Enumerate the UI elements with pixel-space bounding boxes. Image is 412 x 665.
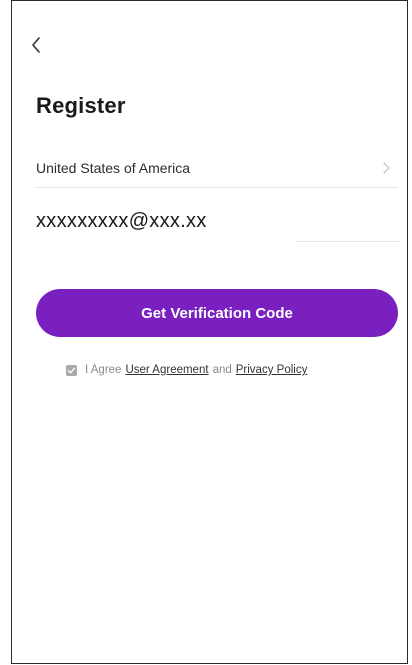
privacy-policy-link[interactable]: Privacy Policy <box>236 364 308 376</box>
agreement-row: I Agree User Agreement and Privacy Polic… <box>66 364 307 376</box>
back-button[interactable] <box>24 31 48 59</box>
user-agreement-link[interactable]: User Agreement <box>125 364 208 376</box>
app-screen: Register United States of America Get Ve… <box>11 0 408 664</box>
agree-conjunction-text: and <box>212 364 232 376</box>
email-field[interactable] <box>36 201 398 241</box>
chevron-left-icon <box>32 37 40 53</box>
country-selector[interactable]: United States of America <box>36 149 398 188</box>
checkmark-icon <box>67 367 76 373</box>
page-title: Register <box>36 93 126 118</box>
email-field-underline <box>296 241 400 242</box>
agree-checkbox[interactable] <box>66 364 77 376</box>
chevron-right-icon <box>383 162 390 174</box>
get-verification-code-button[interactable]: Get Verification Code <box>36 289 398 337</box>
email-field-row <box>36 201 400 242</box>
country-label: United States of America <box>36 160 191 176</box>
agree-prefix-text: I Agree <box>85 364 122 376</box>
